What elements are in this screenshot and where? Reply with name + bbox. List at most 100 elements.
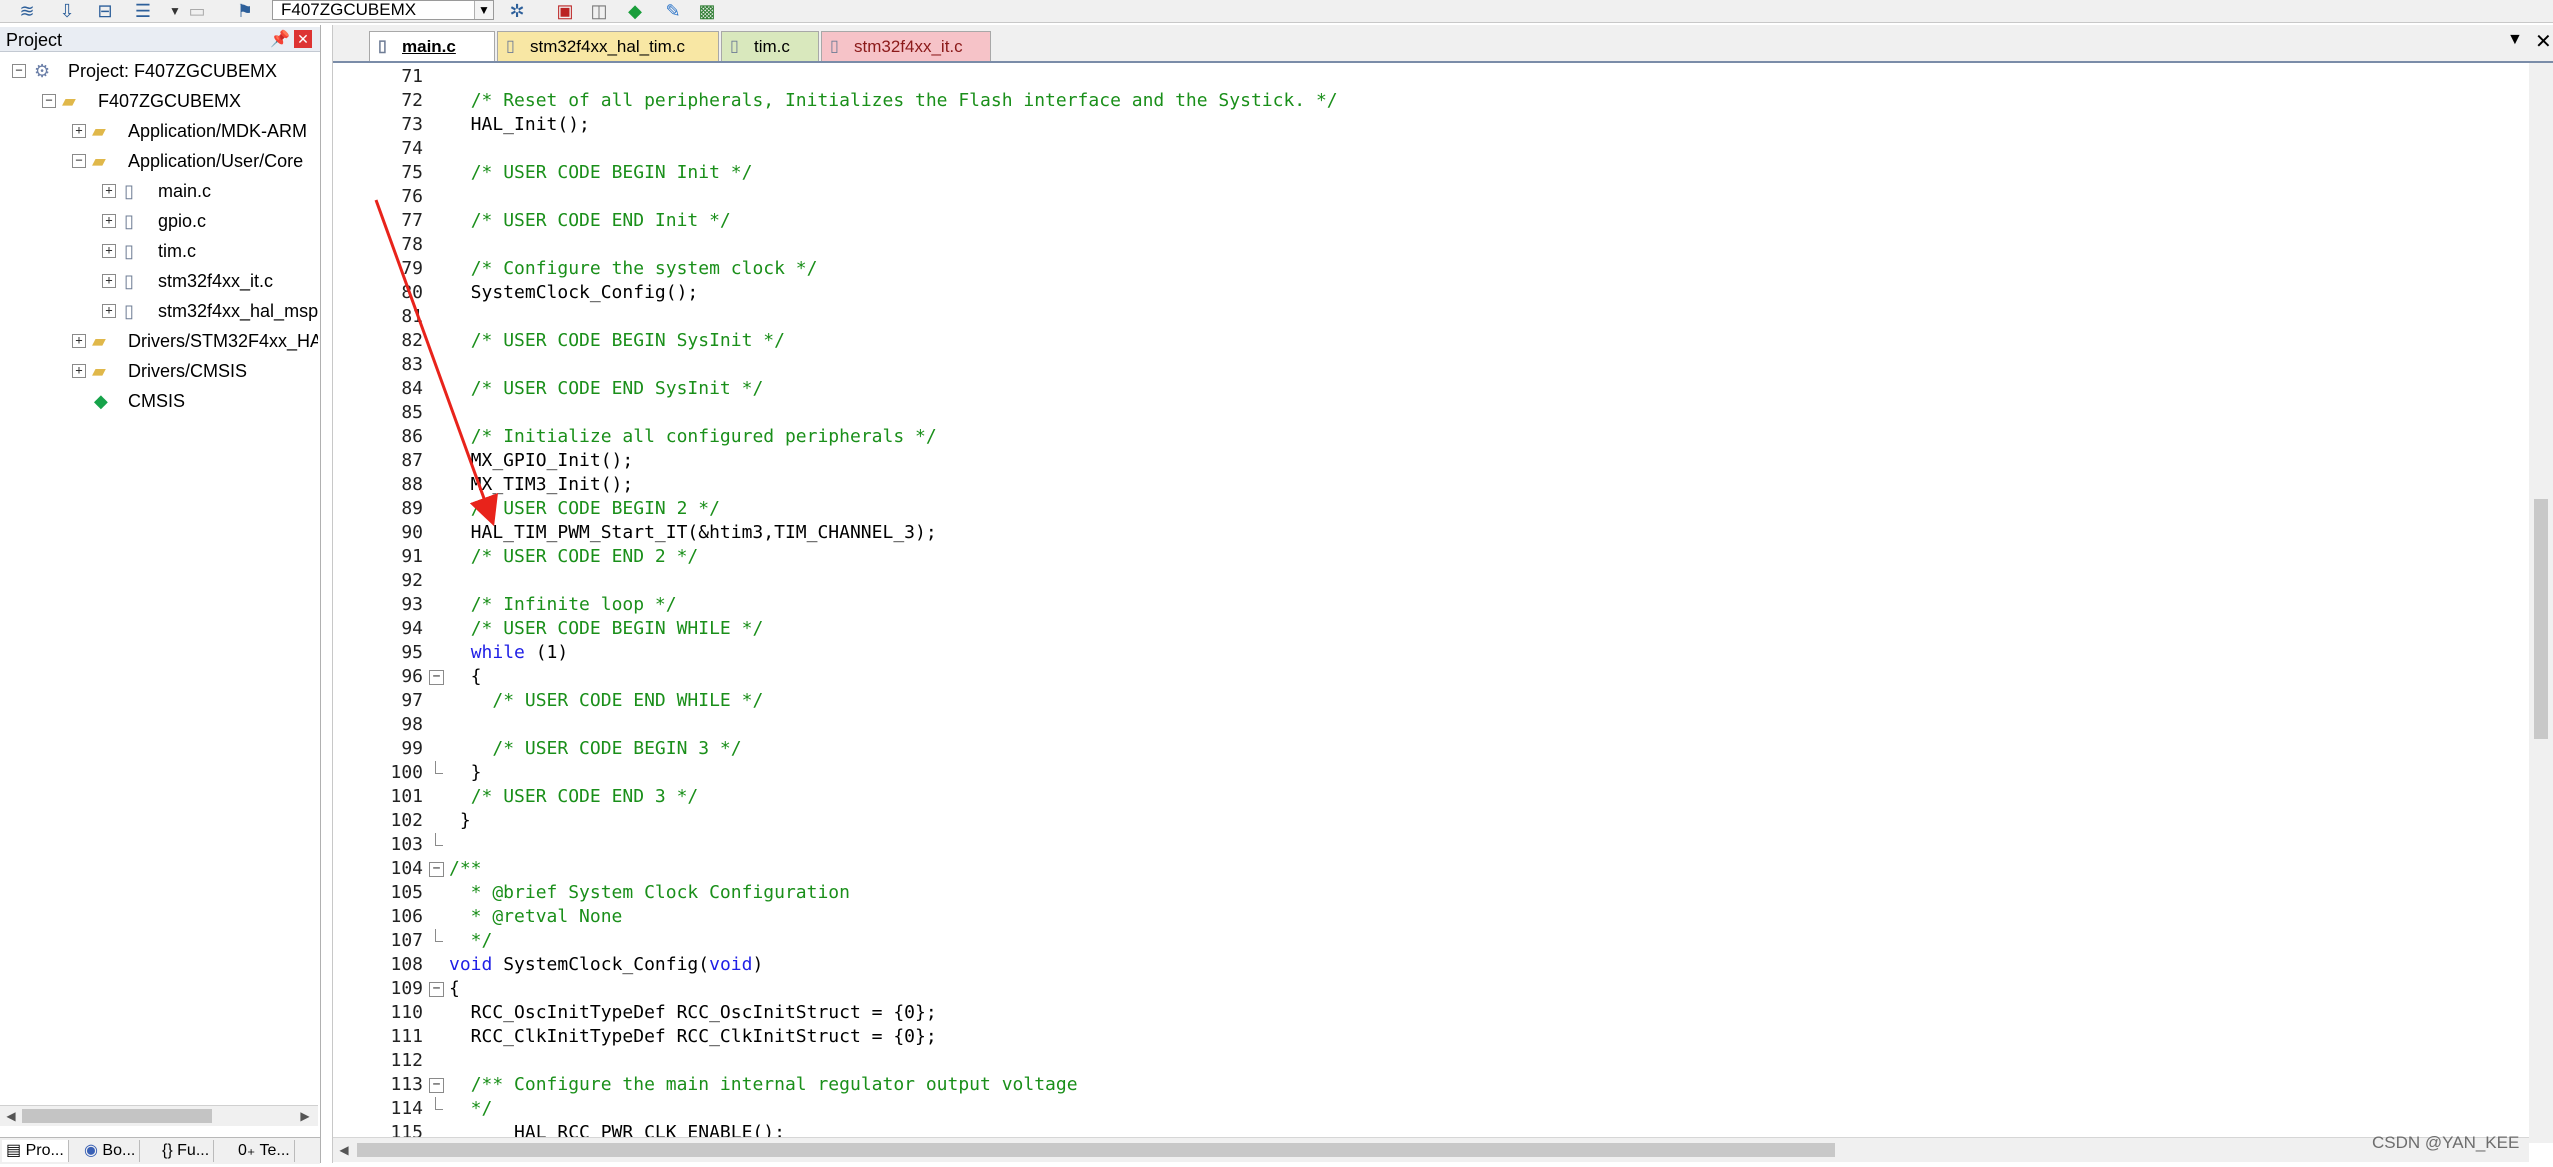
pin-icon[interactable]: 📌	[270, 29, 290, 49]
fold-collapse-icon[interactable]: −	[429, 982, 444, 997]
code-line[interactable]: 114 */	[333, 1097, 2529, 1121]
code-line[interactable]: 72 /* Reset of all peripherals, Initiali…	[333, 89, 2529, 113]
extension-icon[interactable]: ◆	[622, 1, 648, 21]
code-line[interactable]: 74	[333, 137, 2529, 161]
tree-item-folder[interactable]: − ▰ Application/User/Core	[0, 147, 318, 175]
code-line[interactable]: 113− /** Configure the main internal reg…	[333, 1073, 2529, 1097]
tab-functions[interactable]: {} Fu...	[158, 1140, 215, 1162]
expand-icon[interactable]: +	[102, 274, 116, 288]
code-line[interactable]: 111 RCC_ClkInitTypeDef RCC_ClkInitStruct…	[333, 1025, 2529, 1049]
code-line[interactable]: 95 while (1)	[333, 641, 2529, 665]
code-line[interactable]: 82 /* USER CODE BEGIN SysInit */	[333, 329, 2529, 353]
code-line[interactable]: 104−/**	[333, 857, 2529, 881]
scroll-left-icon[interactable]: ◀	[2, 1106, 20, 1126]
scrollbar-thumb[interactable]	[357, 1143, 1835, 1157]
tab-books[interactable]: ◉ Bo...	[80, 1140, 141, 1162]
expand-icon[interactable]: +	[72, 124, 86, 138]
tree-item-file[interactable]: + ▯ gpio.c	[0, 207, 318, 235]
scrollbar-thumb[interactable]	[2534, 499, 2548, 739]
code-line[interactable]: 77 /* USER CODE END Init */	[333, 209, 2529, 233]
code-line[interactable]: 71	[333, 65, 2529, 89]
code-line[interactable]: 92	[333, 569, 2529, 593]
code-line[interactable]: 108 void SystemClock_Config(void)	[333, 953, 2529, 977]
editor-vertical-scrollbar[interactable]	[2529, 63, 2553, 1143]
tree-item-project[interactable]: − ⚙ Project: F407ZGCUBEMX	[0, 57, 318, 85]
expand-icon[interactable]: +	[102, 244, 116, 258]
scroll-left-icon[interactable]: ◀	[335, 1138, 353, 1162]
code-line[interactable]: 103	[333, 833, 2529, 857]
code-line[interactable]: 107 */	[333, 929, 2529, 953]
wizard-icon[interactable]: ▩	[694, 1, 720, 21]
code-line[interactable]: 85	[333, 401, 2529, 425]
debug-icon[interactable]: ✎	[660, 1, 686, 21]
expand-icon[interactable]: +	[72, 364, 86, 378]
code-line[interactable]: 83	[333, 353, 2529, 377]
code-line[interactable]: 86 /* Initialize all configured peripher…	[333, 425, 2529, 449]
tab-stm32f4xx-it-c[interactable]: ▯ stm32f4xx_it.c	[821, 31, 991, 61]
collapse-icon[interactable]: −	[12, 64, 26, 78]
tab-project[interactable]: ▤ Pro...	[2, 1140, 69, 1162]
tree-item-file[interactable]: + ▯ stm32f4xx_hal_msp	[0, 297, 318, 325]
code-line[interactable]: 79 /* Configure the system clock */	[333, 257, 2529, 281]
code-line[interactable]: 99 /* USER CODE BEGIN 3 */	[333, 737, 2529, 761]
expand-icon[interactable]: +	[102, 184, 116, 198]
close-icon[interactable]: ✕	[294, 30, 312, 48]
build-icon[interactable]: ≋	[14, 1, 40, 21]
tree-item-target[interactable]: − ▰ F407ZGCUBEMX	[0, 87, 318, 115]
code-line[interactable]: 93 /* Infinite loop */	[333, 593, 2529, 617]
code-line[interactable]: 87 MX_GPIO_Init();	[333, 449, 2529, 473]
tree-item-folder[interactable]: + ▰ Drivers/CMSIS	[0, 357, 318, 385]
tree-item-file[interactable]: + ▯ stm32f4xx_it.c	[0, 267, 318, 295]
expand-icon[interactable]: +	[102, 214, 116, 228]
tree-item-file[interactable]: + ▯ tim.c	[0, 237, 318, 265]
editor-horizontal-scrollbar[interactable]: ◀	[333, 1137, 2529, 1162]
scrollbar-thumb[interactable]	[22, 1109, 212, 1123]
code-line[interactable]: 75 /* USER CODE BEGIN Init */	[333, 161, 2529, 185]
tab-main-c[interactable]: ▯ main.c	[369, 31, 495, 61]
code-line[interactable]: 105 * @brief System Clock Configuration	[333, 881, 2529, 905]
code-line[interactable]: 89 /* USER CODE BEGIN 2 */	[333, 497, 2529, 521]
tree-item-component[interactable]: ◆ CMSIS	[0, 387, 318, 415]
code-line[interactable]: 112	[333, 1049, 2529, 1073]
tab-list-dropdown-icon[interactable]: ▼	[2507, 31, 2523, 49]
fold-collapse-icon[interactable]: −	[429, 670, 444, 685]
collapse-icon[interactable]: −	[72, 154, 86, 168]
tab-tim-c[interactable]: ▯ tim.c	[721, 31, 819, 61]
layers-icon[interactable]: ☰	[130, 1, 156, 21]
close-icon[interactable]: ✕	[2535, 29, 2552, 54]
tree-item-folder[interactable]: + ▰ Drivers/STM32F4xx_HAI	[0, 327, 318, 355]
tree-horizontal-scrollbar[interactable]: ◀ ▶	[0, 1105, 318, 1126]
tree-item-file[interactable]: + ▯ main.c	[0, 177, 318, 205]
code-line[interactable]: 96− {	[333, 665, 2529, 689]
code-editor[interactable]: 71 72 /* Reset of all peripherals, Initia…	[333, 65, 2529, 1167]
expand-icon[interactable]: +	[72, 334, 86, 348]
fold-collapse-icon[interactable]: −	[429, 862, 444, 877]
scroll-right-icon[interactable]: ▶	[296, 1106, 314, 1126]
code-line[interactable]: 73 HAL_Init();	[333, 113, 2529, 137]
code-line[interactable]: 97 /* USER CODE END WHILE */	[333, 689, 2529, 713]
pack-icon[interactable]: ▣	[552, 1, 578, 21]
tool-icon[interactable]: ✲	[504, 1, 530, 21]
code-line[interactable]: 109−{	[333, 977, 2529, 1001]
code-line[interactable]: 76	[333, 185, 2529, 209]
code-line[interactable]: 110 RCC_OscInitTypeDef RCC_OscInitStruct…	[333, 1001, 2529, 1025]
manage-icon[interactable]: ◫	[586, 1, 612, 21]
collapse-icon[interactable]: −	[42, 94, 56, 108]
target-select[interactable]: F407ZGCUBEMX ▼	[272, 0, 494, 20]
code-line[interactable]: 88 MX_TIM3_Init();	[333, 473, 2529, 497]
code-line[interactable]: 91 /* USER CODE END 2 */	[333, 545, 2529, 569]
tab-stm32f4xx-hal-tim-c[interactable]: ▯ stm32f4xx_hal_tim.c	[497, 31, 719, 61]
options-icon[interactable]: ⚑	[232, 1, 258, 21]
code-line[interactable]: 84 /* USER CODE END SysInit */	[333, 377, 2529, 401]
save-icon[interactable]: ▭	[184, 1, 210, 21]
chevron-down-icon[interactable]: ▼	[474, 1, 493, 19]
expand-icon[interactable]: +	[102, 304, 116, 318]
code-line[interactable]: 94 /* USER CODE BEGIN WHILE */	[333, 617, 2529, 641]
code-line[interactable]: 78	[333, 233, 2529, 257]
code-line[interactable]: 101 /* USER CODE END 3 */	[333, 785, 2529, 809]
code-line[interactable]: 100 }	[333, 761, 2529, 785]
batch-icon[interactable]: ⊟	[92, 1, 118, 21]
code-line[interactable]: 90 HAL_TIM_PWM_Start_IT(&htim3,TIM_CHANN…	[333, 521, 2529, 545]
tree-item-folder[interactable]: + ▰ Application/MDK-ARM	[0, 117, 318, 145]
code-line[interactable]: 81	[333, 305, 2529, 329]
